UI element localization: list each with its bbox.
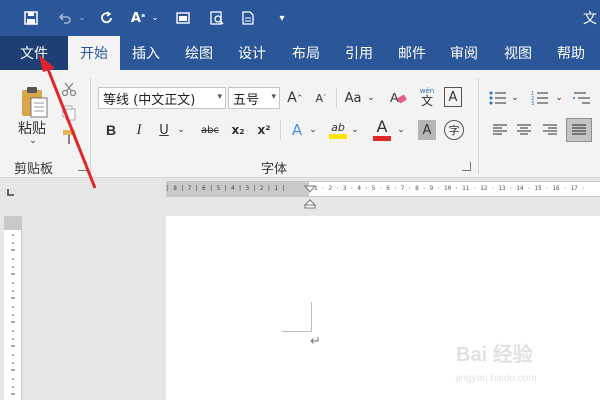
annotation-arrow [39, 55, 97, 189]
